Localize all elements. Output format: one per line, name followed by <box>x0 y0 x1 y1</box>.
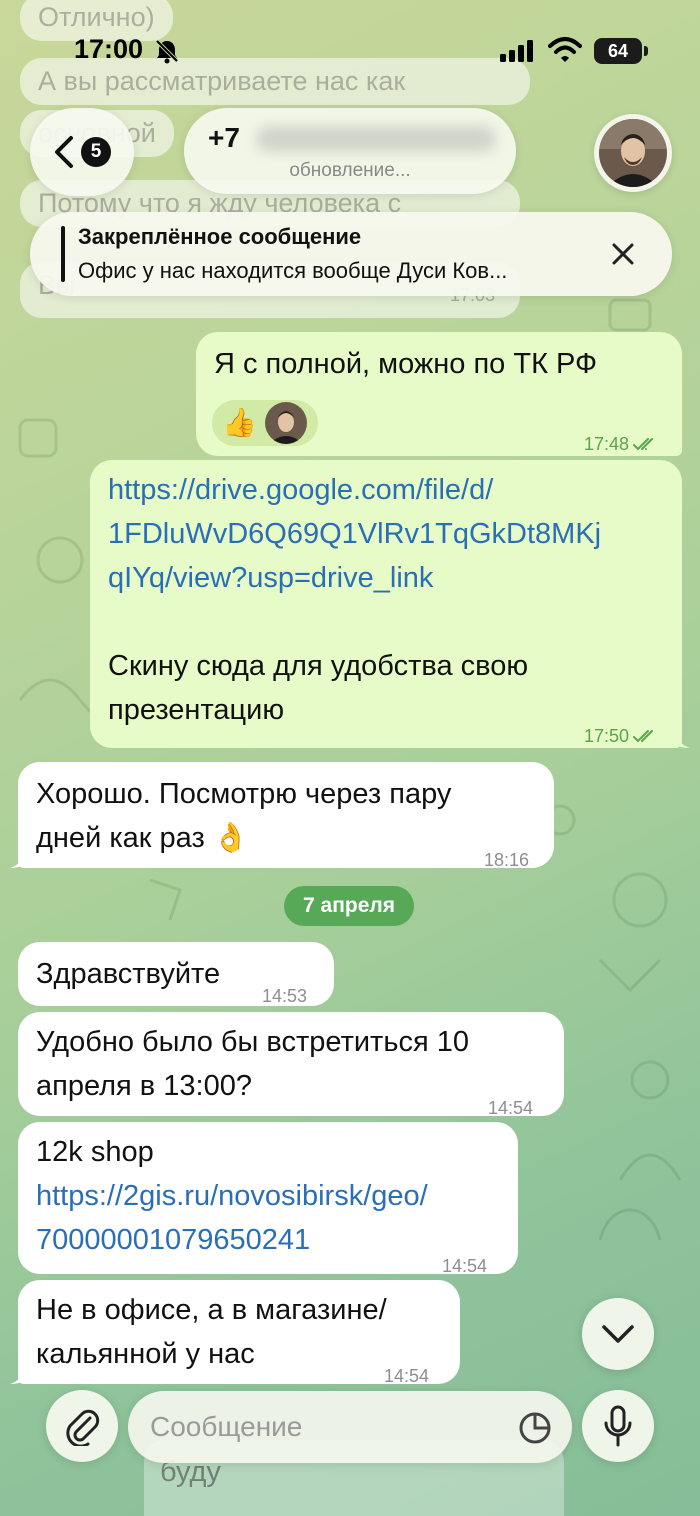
message-text: Я с полной, можно по ТК РФ <box>214 348 598 380</box>
chat-status: обновление... <box>289 160 411 181</box>
contact-avatar[interactable] <box>594 114 672 192</box>
status-time: 17:00 <box>74 34 144 64</box>
reaction-chip[interactable]: 👍 <box>212 400 318 446</box>
battery-level: 64 <box>594 38 642 64</box>
message-link[interactable]: 70000001079650241 <box>36 1218 428 1262</box>
thumbs-up-reaction: 👍 <box>222 407 257 438</box>
message-meta: 17:50 <box>584 714 659 758</box>
message-text: Удобно было бы встретиться 10 <box>36 1026 469 1058</box>
status-bar: 17:00 64 <box>0 0 700 100</box>
message-body: 12k shop https://2gis.ru/novosibirsk/geo… <box>36 1130 428 1262</box>
incoming-message[interactable]: Не в офисе, а в магазине/ кальянной у на… <box>18 1280 460 1386</box>
incoming-message[interactable]: Хорошо. Посмотрю через пару дней как раз… <box>18 762 554 870</box>
message-text: Скину сюда для удобства свою <box>108 650 529 682</box>
pinned-title: Закреплённое сообщение <box>78 224 362 249</box>
incoming-message[interactable]: Здравствуйте 14:53 <box>18 942 334 1006</box>
chat-title[interactable]: +7 обновление... <box>184 108 516 194</box>
date-separator: 7 апреля <box>284 886 414 926</box>
message-text: апреля в 13:00? <box>36 1070 252 1102</box>
message-time: 18:16 <box>484 850 530 870</box>
scroll-to-bottom-button[interactable] <box>582 1298 654 1370</box>
message-body: Удобно было бы встретиться 10 апреля в 1… <box>36 1020 469 1108</box>
double-check-icon <box>633 730 654 743</box>
message-link[interactable]: 1FDluWvD6Q69Q1VlRv1TqGkDt8MKj <box>108 512 601 556</box>
battery-cap <box>644 46 648 56</box>
message-text: Не в офисе, а в магазине/ <box>36 1294 387 1326</box>
message-text: кальянной у нас <box>36 1338 255 1370</box>
message-time: 14:54 <box>442 1256 488 1276</box>
message-link[interactable]: qIYq/view?usp=drive_link <box>108 556 601 600</box>
message-text: дней как раз 👌 <box>36 822 249 854</box>
message-link[interactable]: https://2gis.ru/novosibirsk/geo/ <box>36 1174 428 1218</box>
outgoing-message[interactable]: Я с полной, можно по ТК РФ 👍 17:48 <box>196 332 682 456</box>
bubble-tail <box>674 732 690 748</box>
message-time: 17:50 <box>584 726 630 746</box>
chevron-down-icon <box>602 1325 634 1343</box>
outgoing-message[interactable]: https://drive.google.com/file/d/ 1FDluWv… <box>90 460 682 748</box>
message-body: Не в офисе, а в магазине/ кальянной у на… <box>36 1288 387 1376</box>
close-icon[interactable] <box>608 239 638 269</box>
avatar <box>599 119 667 187</box>
microphone-icon <box>604 1405 632 1447</box>
chevron-left-icon <box>55 136 73 168</box>
incoming-message[interactable]: Удобно было бы встретиться 10 апреля в 1… <box>18 1012 564 1118</box>
pinned-indicator <box>61 226 65 282</box>
message-text: презентацию <box>108 694 285 726</box>
double-check-icon <box>633 438 654 451</box>
pinned-text: Офис у нас находится вообще Дуси Ков... <box>78 258 508 283</box>
message-input[interactable] <box>150 1391 510 1463</box>
bubble-tail <box>10 1368 26 1384</box>
cellular-signal-icon <box>500 40 533 62</box>
voice-message-button[interactable] <box>582 1390 654 1462</box>
bubble-tail <box>10 852 26 868</box>
message-text: Здравствуйте <box>36 958 221 990</box>
wifi-icon <box>548 37 582 62</box>
unread-count-badge: 5 <box>81 137 111 167</box>
message-link[interactable]: https://drive.google.com/file/d/ <box>108 468 601 512</box>
attach-button[interactable] <box>46 1390 118 1462</box>
message-body: Хорошо. Посмотрю через пару дней как раз… <box>36 772 451 860</box>
bell-slash-icon <box>155 39 179 64</box>
contact-name: +7 <box>208 122 240 153</box>
message-composer[interactable] <box>128 1391 572 1463</box>
message-body: https://drive.google.com/file/d/ 1FDluWv… <box>108 468 601 732</box>
message-text: 12k shop <box>36 1136 154 1168</box>
avatar <box>264 402 307 444</box>
message-text: Хорошо. Посмотрю через пару <box>36 778 452 810</box>
sticker-icon[interactable] <box>518 1411 552 1445</box>
back-button[interactable]: 5 <box>30 108 134 196</box>
pinned-message-banner[interactable]: Закреплённое сообщение Офис у нас находи… <box>30 212 672 296</box>
redacted-number <box>256 126 496 152</box>
paperclip-icon <box>66 1409 100 1446</box>
incoming-message[interactable]: 12k shop https://2gis.ru/novosibirsk/geo… <box>18 1122 518 1276</box>
